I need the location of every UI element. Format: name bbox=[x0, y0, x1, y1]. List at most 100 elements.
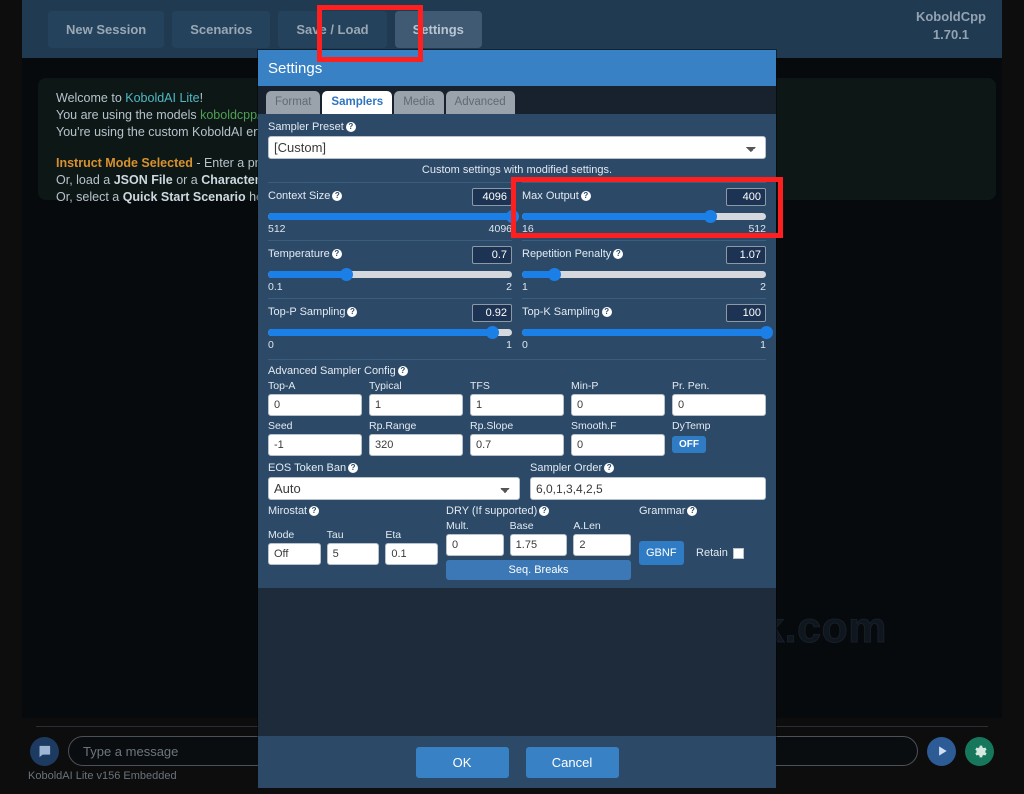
slider-track[interactable] bbox=[522, 271, 766, 278]
slider-knob[interactable] bbox=[760, 326, 773, 339]
advanced-row-1: Top-A Typical TFS Min-P Pr. Pen. bbox=[268, 380, 766, 416]
koboldai-lite-link[interactable]: KoboldAI Lite bbox=[125, 91, 199, 105]
input-dry-base[interactable] bbox=[510, 534, 568, 556]
welcome-text: ! bbox=[200, 91, 203, 105]
nav-button-save-load[interactable]: Save / Load bbox=[278, 11, 386, 48]
input-typical[interactable] bbox=[369, 394, 463, 416]
help-icon[interactable]: ? bbox=[604, 463, 614, 473]
input-seed[interactable] bbox=[268, 434, 362, 456]
slider-range: 0.1 2 bbox=[268, 281, 512, 293]
gbnf-button[interactable]: GBNF bbox=[639, 541, 684, 565]
help-icon[interactable]: ? bbox=[309, 506, 319, 516]
brand-name: KoboldCpp bbox=[916, 8, 986, 26]
grammar-group: Grammar? GBNF Retain bbox=[639, 505, 766, 580]
slider-value-repetition-penalty[interactable]: 1.07 bbox=[726, 246, 766, 264]
field-label: A.Len bbox=[573, 520, 631, 532]
tab-format[interactable]: Format bbox=[266, 91, 320, 114]
help-icon[interactable]: ? bbox=[602, 307, 612, 317]
slider-min: 0 bbox=[522, 339, 528, 351]
cancel-button[interactable]: Cancel bbox=[526, 747, 619, 778]
slider-value-max-output[interactable]: 400 bbox=[726, 188, 766, 206]
sampler-preset-select[interactable]: [Custom] bbox=[268, 136, 766, 159]
input-smooth-f[interactable] bbox=[571, 434, 665, 456]
help-icon[interactable]: ? bbox=[346, 122, 356, 132]
input-dry-mult[interactable] bbox=[446, 534, 504, 556]
slider-track[interactable] bbox=[522, 329, 766, 336]
chat-bubble-icon[interactable] bbox=[30, 737, 59, 766]
json-file-link[interactable]: JSON File bbox=[114, 173, 173, 187]
slider-max: 1 bbox=[760, 339, 766, 351]
sampler-order-group: Sampler Order? bbox=[530, 462, 766, 500]
help-icon[interactable]: ? bbox=[687, 506, 697, 516]
slider-knob[interactable] bbox=[506, 210, 519, 223]
field-label: Base bbox=[510, 520, 568, 532]
slider-knob[interactable] bbox=[486, 326, 499, 339]
help-icon[interactable]: ? bbox=[348, 463, 358, 473]
field-label: Eta bbox=[385, 529, 438, 541]
input-rp-range[interactable] bbox=[369, 434, 463, 456]
input-min-p[interactable] bbox=[571, 394, 665, 416]
input-presence-penalty[interactable] bbox=[672, 394, 766, 416]
slider-track[interactable] bbox=[268, 271, 512, 278]
slider-label: Context Size? bbox=[268, 190, 342, 202]
slider-knob[interactable] bbox=[548, 268, 561, 281]
slider-value-temperature[interactable]: 0.7 bbox=[472, 246, 512, 264]
input-rp-slope[interactable] bbox=[470, 434, 564, 456]
tab-samplers[interactable]: Samplers bbox=[322, 91, 392, 114]
slider-label: Temperature? bbox=[268, 248, 342, 260]
help-icon[interactable]: ? bbox=[539, 506, 549, 516]
slider-value-context-size[interactable]: 4096 bbox=[472, 188, 512, 206]
slider-value-top-k[interactable]: 100 bbox=[726, 304, 766, 322]
play-icon[interactable] bbox=[927, 737, 956, 766]
input-mirostat-mode[interactable] bbox=[268, 543, 321, 565]
slider-knob[interactable] bbox=[704, 210, 717, 223]
input-mirostat-eta[interactable] bbox=[385, 543, 438, 565]
input-mirostat-tau[interactable] bbox=[327, 543, 380, 565]
field-rp-range: Rp.Range bbox=[369, 420, 463, 456]
settings-dialog: Settings Format Samplers Media Advanced … bbox=[258, 50, 776, 740]
instruct-mode-label: Instruct Mode Selected bbox=[56, 156, 193, 170]
slider-header: Temperature? 0.7 bbox=[268, 246, 512, 264]
slider-header: Max Output? 400 bbox=[522, 188, 766, 206]
field-dytemp: DyTemp OFF bbox=[672, 420, 766, 456]
help-icon[interactable]: ? bbox=[581, 191, 591, 201]
slider-track[interactable] bbox=[268, 213, 512, 220]
field-smooth-f: Smooth.F bbox=[571, 420, 665, 456]
input-dry-alen[interactable] bbox=[573, 534, 631, 556]
nav-button-group: New Session Scenarios Save / Load Settin… bbox=[22, 11, 482, 48]
tab-advanced[interactable]: Advanced bbox=[446, 91, 515, 114]
nav-button-settings[interactable]: Settings bbox=[395, 11, 482, 48]
ok-button[interactable]: OK bbox=[416, 747, 509, 778]
sampler-order-input[interactable] bbox=[530, 477, 766, 500]
app-brand: KoboldCpp 1.70.1 bbox=[916, 8, 986, 43]
input-top-a[interactable] bbox=[268, 394, 362, 416]
dytemp-toggle[interactable]: OFF bbox=[672, 436, 706, 453]
field-label: Mode bbox=[268, 529, 321, 541]
help-icon[interactable]: ? bbox=[398, 366, 408, 376]
slider-value-top-p[interactable]: 0.92 bbox=[472, 304, 512, 322]
slider-track[interactable] bbox=[268, 329, 512, 336]
retain-label: Retain bbox=[696, 547, 728, 559]
slider-context-size: Context Size? 4096 512 4096 bbox=[268, 182, 512, 240]
slider-track[interactable] bbox=[522, 213, 766, 220]
nav-button-new-session[interactable]: New Session bbox=[48, 11, 164, 48]
seq-breaks-button[interactable]: Seq. Breaks bbox=[446, 560, 631, 580]
help-icon[interactable]: ? bbox=[332, 191, 342, 201]
slider-range: 1 2 bbox=[522, 281, 766, 293]
help-icon[interactable]: ? bbox=[347, 307, 357, 317]
quick-start-scenario-link[interactable]: Quick Start Scenario bbox=[123, 190, 246, 204]
nav-button-scenarios[interactable]: Scenarios bbox=[172, 11, 270, 48]
gear-icon[interactable] bbox=[965, 737, 994, 766]
slider-knob[interactable] bbox=[340, 268, 353, 281]
help-icon[interactable]: ? bbox=[613, 249, 623, 259]
eos-token-ban-select[interactable]: Auto bbox=[268, 477, 520, 500]
tab-media[interactable]: Media bbox=[394, 91, 443, 114]
field-top-a: Top-A bbox=[268, 380, 362, 416]
field-dry-base: Base bbox=[510, 520, 568, 556]
slider-range: 0 1 bbox=[522, 339, 766, 351]
retain-checkbox[interactable] bbox=[733, 548, 744, 559]
slider-header: Top-K Sampling? 100 bbox=[522, 304, 766, 322]
help-icon[interactable]: ? bbox=[332, 249, 342, 259]
slider-fill bbox=[522, 329, 766, 336]
input-tfs[interactable] bbox=[470, 394, 564, 416]
